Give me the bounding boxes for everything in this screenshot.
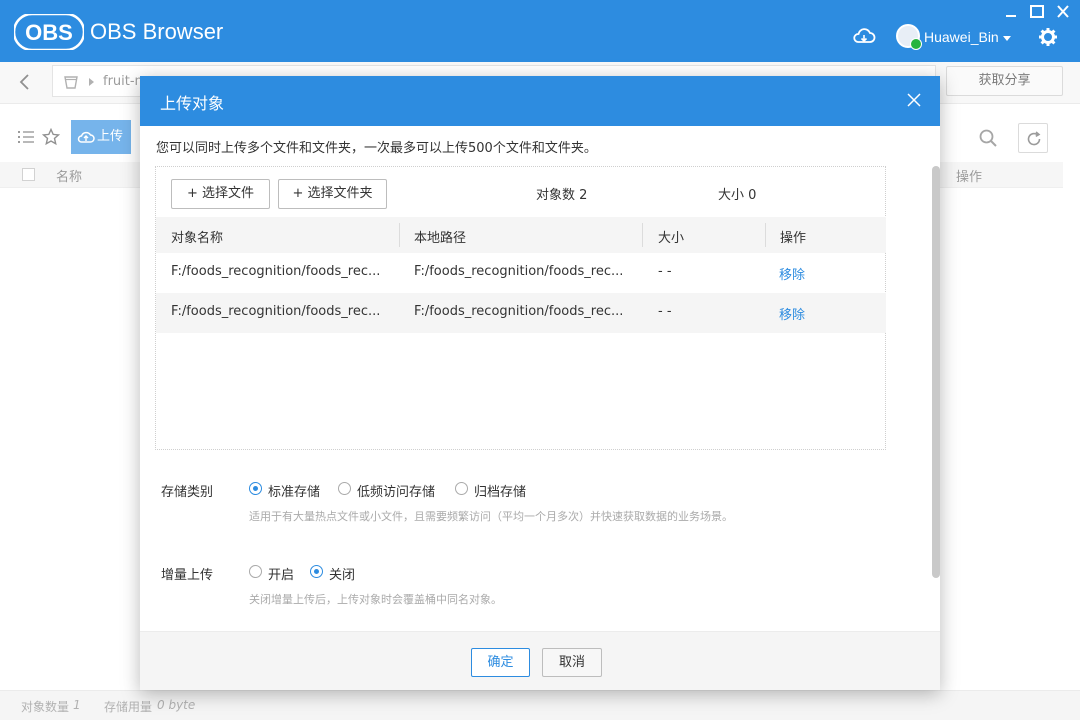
- storage-class-label: 存储类别: [161, 485, 214, 500]
- option-incremental-off[interactable]: 关闭: [329, 564, 355, 583]
- table-row: F:/foods_recognition/foods_rec... F:/foo…: [156, 253, 886, 293]
- option-archive-storage[interactable]: 归档存储: [474, 481, 526, 500]
- radio-archive-storage[interactable]: [455, 482, 468, 495]
- svg-text:OBS: OBS: [25, 20, 73, 45]
- option-infrequent-storage[interactable]: 低频访问存储: [357, 481, 435, 500]
- option-incremental-on[interactable]: 开启: [268, 564, 294, 583]
- close-icon[interactable]: [906, 92, 922, 108]
- row-size: - -: [658, 264, 672, 279]
- user-avatar[interactable]: [896, 24, 922, 50]
- title-bar: OBS OBS Browser Huawei_Bin: [0, 0, 1080, 62]
- dialog-footer: 确定 取消: [140, 631, 940, 690]
- column-divider: [765, 223, 766, 247]
- maximize-icon[interactable]: [1028, 4, 1046, 20]
- close-icon[interactable]: [1054, 4, 1072, 20]
- file-list-box: + 选择文件 + 选择文件夹 对象数 2 大小 0 对象名称 本地路径 大小 操…: [155, 166, 886, 450]
- user-name[interactable]: Huawei_Bin: [924, 29, 999, 45]
- column-divider: [642, 223, 643, 247]
- dialog-header: 上传对象: [140, 76, 940, 126]
- row-object-name: F:/foods_recognition/foods_rec...: [171, 304, 381, 319]
- app-title: OBS Browser: [90, 19, 224, 44]
- incremental-upload-hint: 关闭增量上传后，上传对象时会覆盖桶中同名对象。: [249, 593, 502, 606]
- column-divider: [399, 223, 400, 247]
- minimize-icon[interactable]: [1002, 4, 1020, 20]
- select-folder-button[interactable]: + 选择文件夹: [278, 179, 387, 209]
- column-local-path: 本地路径: [414, 231, 467, 246]
- cancel-button[interactable]: 取消: [542, 648, 602, 677]
- online-status-icon: [910, 38, 922, 50]
- radio-incremental-on[interactable]: [249, 565, 262, 578]
- select-files-button[interactable]: + 选择文件: [171, 179, 270, 209]
- row-object-name: F:/foods_recognition/foods_rec...: [171, 264, 381, 279]
- row-local-path: F:/foods_recognition/foods_rec...: [414, 264, 624, 279]
- storage-class-hint: 适用于有大量热点文件或小文件，且需要频繁访问（平均一个月多次）并快速获取数据的业…: [249, 510, 733, 523]
- upload-dialog: 上传对象 您可以同时上传多个文件和文件夹，一次最多可以上传500个文件和文件夹。…: [140, 76, 940, 690]
- object-count-text: 对象数 2: [536, 188, 588, 203]
- gear-icon[interactable]: [1038, 27, 1058, 47]
- size-text: 大小 0: [718, 188, 757, 203]
- remove-link[interactable]: 移除: [779, 304, 805, 323]
- column-action: 操作: [780, 231, 807, 246]
- dialog-scrollbar[interactable]: [932, 166, 940, 578]
- radio-standard-storage[interactable]: [249, 482, 262, 495]
- dialog-title: 上传对象: [160, 94, 225, 113]
- remove-link[interactable]: 移除: [779, 264, 805, 283]
- cloud-sync-icon[interactable]: [852, 26, 876, 46]
- row-size: - -: [658, 304, 672, 319]
- dialog-description: 您可以同时上传多个文件和文件夹，一次最多可以上传500个文件和文件夹。: [156, 141, 597, 156]
- chevron-down-icon[interactable]: [1003, 36, 1011, 41]
- confirm-button[interactable]: 确定: [471, 648, 530, 677]
- radio-incremental-off[interactable]: [310, 565, 323, 578]
- table-row: F:/foods_recognition/foods_rec... F:/foo…: [156, 293, 886, 333]
- file-table-header: 对象名称 本地路径 大小 操作: [156, 217, 886, 253]
- row-local-path: F:/foods_recognition/foods_rec...: [414, 304, 624, 319]
- column-object-name: 对象名称: [171, 231, 224, 246]
- column-size: 大小: [658, 231, 685, 246]
- radio-infrequent-storage[interactable]: [338, 482, 351, 495]
- obs-logo: OBS: [14, 14, 84, 50]
- incremental-upload-label: 增量上传: [161, 568, 214, 583]
- option-standard-storage[interactable]: 标准存储: [268, 481, 320, 500]
